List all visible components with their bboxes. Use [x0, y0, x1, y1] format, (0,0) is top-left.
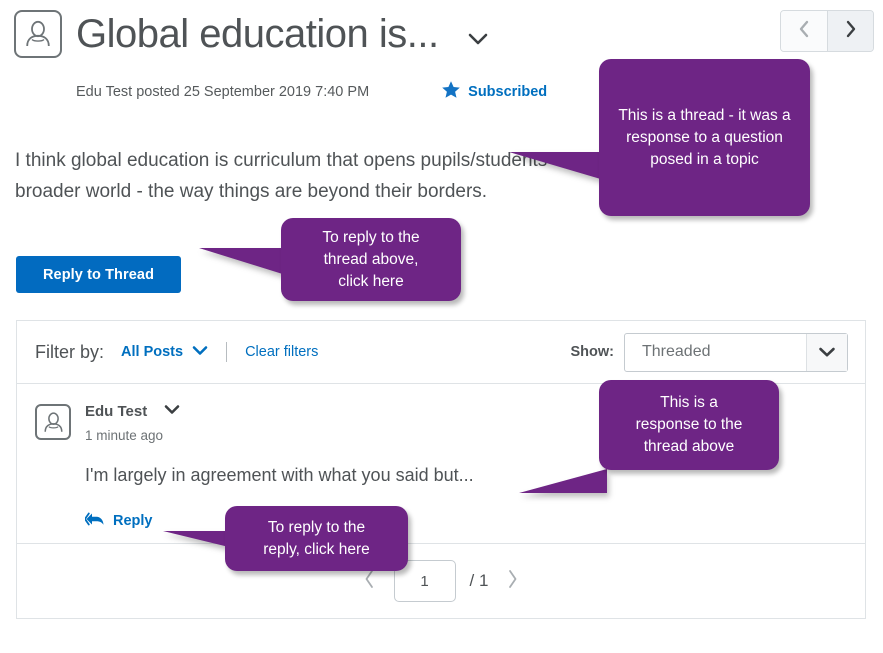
chevron-down-icon[interactable]: [163, 402, 181, 420]
previous-page-button[interactable]: [359, 569, 380, 593]
callout-thread-explanation: This is a thread - it was a response to …: [599, 59, 810, 216]
chevron-down-icon: [806, 333, 847, 371]
callout-reply-to-thread: To reply to the thread above, click here: [281, 218, 461, 301]
filter-bar: Filter by: All Posts Clear filters Show:…: [17, 321, 865, 384]
reply-link[interactable]: Reply: [84, 512, 153, 530]
reply-arrow-icon: [84, 512, 105, 530]
show-group: Show: Threaded: [570, 332, 848, 372]
total-pages-label: / 1: [469, 571, 489, 590]
callout-tail: [199, 248, 289, 276]
thread-navigation: [780, 10, 874, 52]
subscribed-indicator[interactable]: Subscribed: [441, 80, 547, 104]
author-line: Edu Test: [85, 402, 181, 420]
reply-to-thread-button[interactable]: Reply to Thread: [16, 256, 181, 293]
filter-by-label: Filter by:: [35, 341, 105, 362]
byline: Edu Test posted 25 September 2019 7:40 P…: [76, 80, 547, 104]
pagination: 1 / 1: [17, 544, 865, 618]
callout-tail: [519, 469, 607, 493]
chevron-down-icon[interactable]: [467, 32, 489, 46]
post-author-name: Edu Test: [85, 402, 148, 420]
show-mode-select[interactable]: Threaded: [624, 332, 848, 372]
user-avatar-icon: [14, 10, 62, 58]
callout-tail: [509, 152, 604, 180]
show-label: Show:: [570, 344, 615, 360]
callout-reply-to-reply: To reply to the reply, click here: [225, 506, 408, 571]
previous-thread-button[interactable]: [781, 11, 827, 51]
page-title: Global education is...: [76, 12, 439, 56]
post-timestamp: 1 minute ago: [85, 428, 164, 443]
subscribed-label: Subscribed: [468, 84, 548, 100]
post-meta: Edu Test posted 25 September 2019 7:40 P…: [76, 84, 370, 100]
chevron-left-icon: [797, 20, 811, 43]
callout-response-explanation: This is a response to the thread above: [599, 380, 779, 470]
filter-posts-dropdown[interactable]: All Posts: [121, 344, 208, 360]
reply-link-label: Reply: [113, 513, 153, 529]
filter-value-label: All Posts: [121, 344, 184, 360]
star-filled-icon: [441, 80, 461, 104]
callout-tail: [163, 531, 233, 548]
divider: [226, 342, 228, 362]
post-author-block: Edu Test 1 minute ago: [85, 402, 181, 443]
chevron-right-icon: [844, 20, 858, 43]
thread-header: Global education is...: [14, 10, 489, 58]
next-thread-button[interactable]: [827, 11, 873, 51]
next-page-button[interactable]: [502, 569, 523, 593]
chevron-down-icon: [192, 344, 208, 360]
show-mode-value: Threaded: [642, 343, 711, 360]
user-avatar-icon: [35, 404, 71, 440]
clear-filters-link[interactable]: Clear filters: [245, 344, 318, 360]
discussion-thread-page: Global education is... Edu Test posted 2…: [0, 0, 883, 653]
